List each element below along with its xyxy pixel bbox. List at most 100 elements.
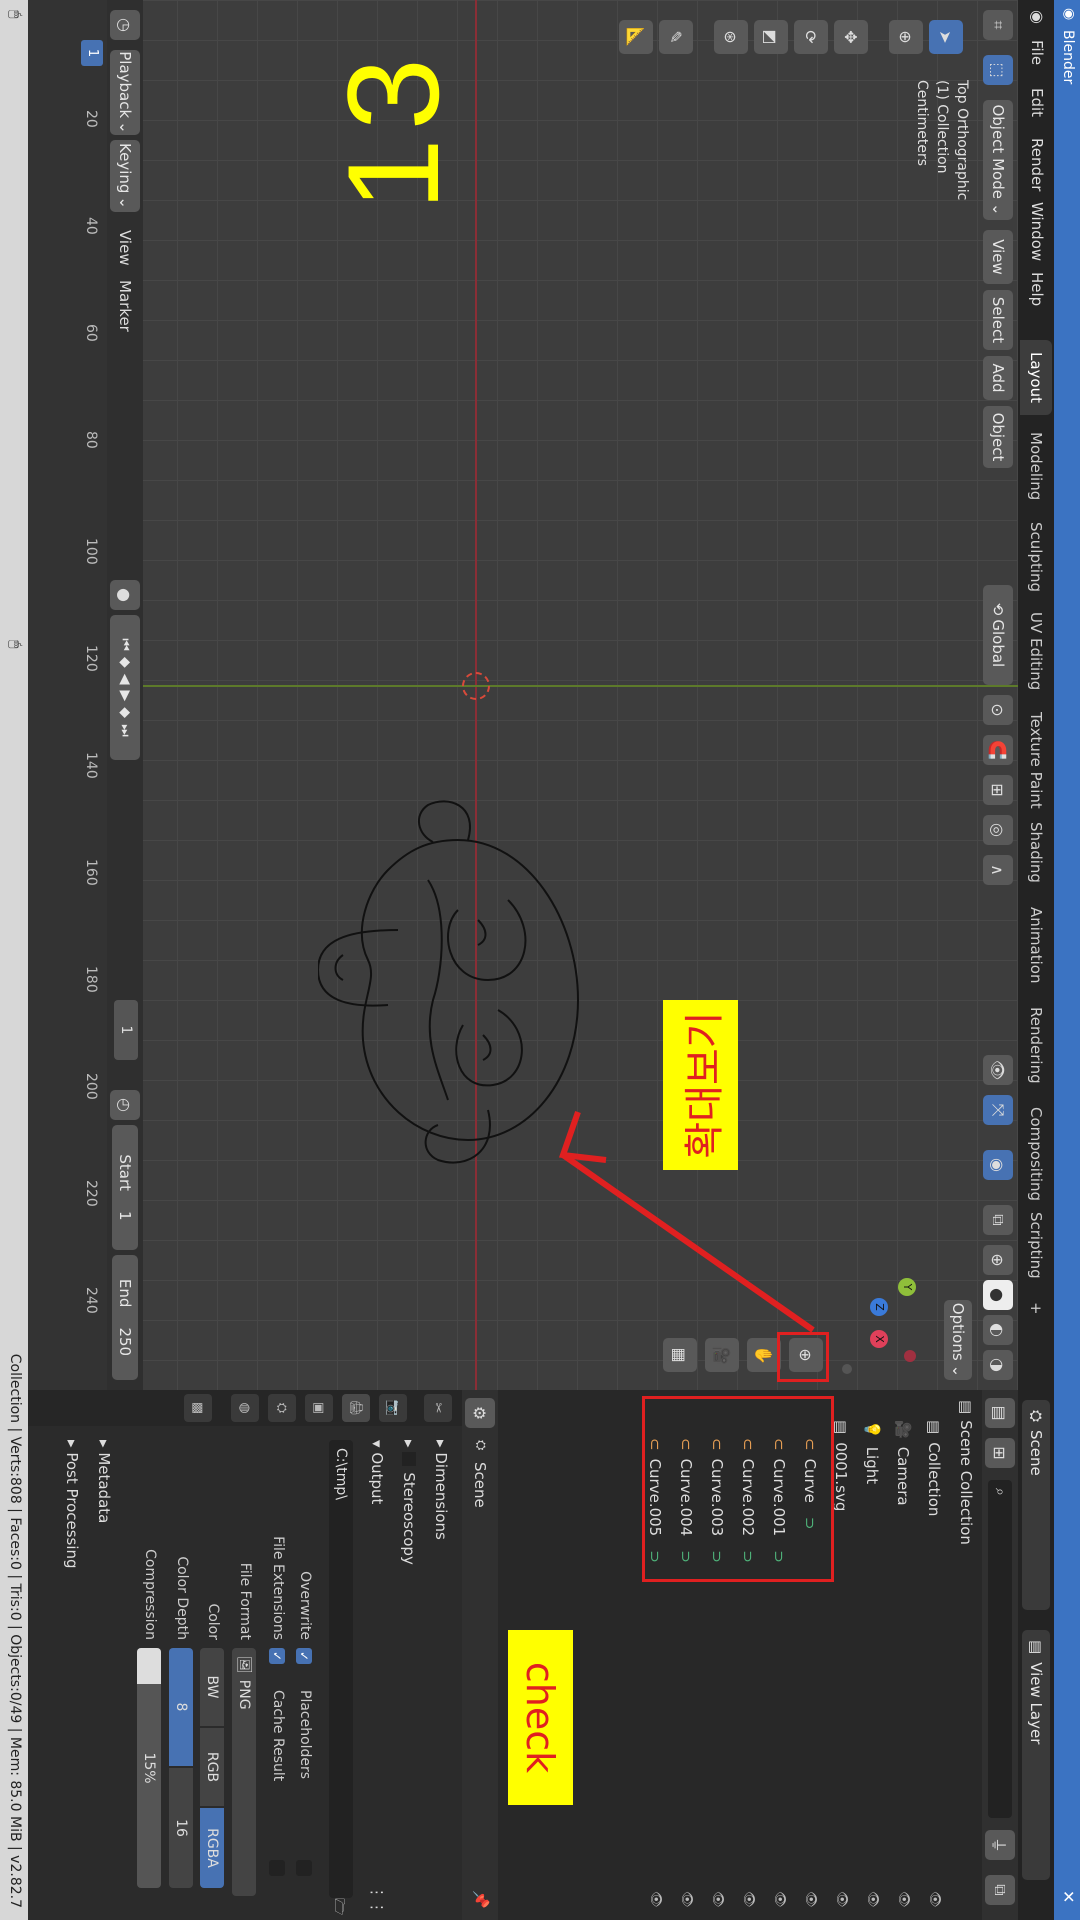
menu-edit[interactable]: Edit (1028, 88, 1046, 117)
outliner-editor-type-icon[interactable]: ▤ (985, 1398, 1015, 1428)
tab-scripting[interactable]: Scripting (1020, 1200, 1052, 1291)
visibility-eye-icon[interactable]: 👁 (865, 1891, 880, 1908)
tab-modeling[interactable]: Modeling (1020, 420, 1052, 512)
tab-texture-paint[interactable]: Texture Paint (1020, 700, 1052, 821)
tab-tool-icon[interactable]: ✂ (424, 1394, 452, 1422)
visibility-eye-icon[interactable]: 👁 (679, 1891, 694, 1908)
preview-range-icon[interactable]: ◴ (110, 1090, 140, 1120)
color-bw-option[interactable]: BW (200, 1648, 224, 1726)
properties-header: ⚙ ⛭ Scene 📌 (462, 1390, 498, 1920)
outliner-item-camera[interactable]: 🎥 Camera (887, 1390, 919, 1920)
outliner-item-light[interactable]: 💡 Light (856, 1390, 888, 1920)
close-icon[interactable]: ✕ (1059, 1890, 1078, 1903)
scene-collection-row[interactable]: ▤ Scene Collection (950, 1390, 982, 1920)
visibility-eye-icon[interactable]: 👁 (772, 1891, 787, 1908)
cache-result-checkbox[interactable] (269, 1860, 285, 1876)
outliner-search-input[interactable]: ⌕ (988, 1480, 1012, 1818)
end-value: 250 (116, 1327, 134, 1357)
menu-file[interactable]: File (1028, 40, 1046, 65)
tab-compositing[interactable]: Compositing (1020, 1095, 1052, 1213)
prev-keyframe-icon[interactable]: ◆ (117, 657, 133, 668)
visibility-eye-icon[interactable]: 👁 (741, 1891, 756, 1908)
timeline-editor-type-icon[interactable]: ◷ (110, 10, 140, 40)
color-depth-8-option[interactable]: 8 (169, 1648, 193, 1766)
outliner: ▤ ⊞ ⌕ ⏚ ⧉ ▤ Scene Collection ▤ Collection… (498, 1390, 1018, 1920)
timeline-menu-view[interactable]: View (116, 230, 134, 266)
outliner-header: ▤ ⊞ ⌕ ⏚ ⧉ (982, 1390, 1018, 1920)
menu-window[interactable]: Window (1028, 202, 1046, 261)
scene-name: Scene (1027, 1430, 1045, 1476)
tab-view-layer-icon[interactable]: ▣ (305, 1394, 333, 1422)
current-frame-field[interactable]: 1 (114, 1000, 138, 1060)
next-keyframe-icon[interactable]: ◆ (117, 707, 133, 718)
start-frame-field[interactable]: Start 1 (112, 1125, 138, 1250)
visibility-eye-icon[interactable]: 👁 (834, 1891, 849, 1908)
current-frame-marker[interactable]: 1 (81, 40, 103, 66)
blender-menu-icon[interactable]: ◉ (1028, 10, 1047, 24)
stereoscopy-checkbox[interactable] (402, 1452, 416, 1467)
panel-stereoscopy[interactable]: ▸ Stereoscopy (400, 1440, 418, 1565)
panel-metadata[interactable]: ▸ Metadata (95, 1440, 113, 1523)
scene-selector[interactable]: ⛭ Scene (1022, 1400, 1050, 1610)
chevron-down-icon: ⌄ (116, 121, 134, 134)
properties-editor-type-icon[interactable]: ⚙ (465, 1398, 495, 1428)
tab-world-icon[interactable]: ◍ (231, 1394, 259, 1422)
panel-dimensions[interactable]: ▸ Dimensions (432, 1440, 450, 1540)
view-layer-selector[interactable]: ▤ View Layer (1022, 1630, 1050, 1880)
tab-shading[interactable]: Shading (1020, 810, 1052, 895)
tab-scene-icon[interactable]: ⛭ (268, 1394, 296, 1422)
timeline-track-area[interactable]: 1 20 40 60 80 100 120 140 160 180 200 220 240 (17, 0, 107, 1390)
display-mode-icon[interactable]: ⊞ (985, 1438, 1015, 1468)
file-format-dropdown[interactable]: 🖼 PNG (232, 1648, 256, 1896)
jump-start-icon[interactable]: ⏮ (117, 638, 133, 651)
timeline-tick: 100 (83, 538, 99, 565)
jump-end-icon[interactable]: ⏭ (117, 724, 133, 737)
visibility-eye-icon[interactable]: 👁 (896, 1891, 911, 1908)
visibility-eye-icon[interactable]: 👁 (710, 1891, 725, 1908)
panel-post-processing[interactable]: ▸ Post Processing (63, 1440, 81, 1569)
filter-icon[interactable]: ⏚ (985, 1830, 1015, 1860)
tab-rendering[interactable]: Rendering (1020, 995, 1052, 1096)
overwrite-checkbox[interactable]: ✓ (296, 1648, 312, 1664)
menu-render[interactable]: Render (1028, 138, 1046, 191)
pin-icon[interactable]: 📌 (472, 1890, 490, 1909)
new-collection-icon[interactable]: ⧉ (985, 1875, 1015, 1905)
3d-viewport[interactable]: ⌗ ⬚ Object Mode ⌄ View Select Add Object … (143, 0, 1018, 1390)
playback-menu[interactable]: Playback ⌄ (110, 50, 140, 135)
camera-icon: 🎥 (894, 1420, 912, 1439)
visibility-eye-icon[interactable]: 👁 (648, 1891, 663, 1908)
menu-help[interactable]: Help (1028, 272, 1046, 306)
color-depth-16-option[interactable]: 16 (169, 1768, 193, 1888)
outliner-item-collection[interactable]: ▤ Collection (918, 1390, 950, 1920)
folder-icon[interactable]: 🗁 (326, 1898, 350, 1915)
add-workspace-button[interactable]: + (1020, 1290, 1052, 1327)
color-rgb-option[interactable]: RGB (200, 1728, 224, 1806)
compression-slider[interactable]: 15% (137, 1648, 161, 1888)
playback-controls[interactable]: ⏮ ◆ ◀ ▶ ◆ ⏭ (110, 615, 140, 760)
drag-handle-icon[interactable]: ⋮⋮ (368, 1885, 386, 1915)
tab-uv-editing[interactable]: UV Editing (1020, 600, 1052, 702)
placeholders-checkbox[interactable] (296, 1860, 312, 1876)
play-reverse-icon[interactable]: ◀ (117, 674, 133, 685)
output-path-input[interactable]: C:\tmp\ (329, 1440, 353, 1898)
visibility-eye-icon[interactable]: 👁 (927, 1891, 942, 1908)
tab-layout[interactable]: Layout (1020, 340, 1052, 415)
scene-collection-icon: ▤ (957, 1400, 975, 1415)
outliner-item-label: 0001.svg (832, 1442, 850, 1512)
keying-menu[interactable]: Keying ⌄ (110, 140, 140, 212)
tab-texture-icon[interactable]: ▩ (184, 1394, 212, 1422)
compression-value: 15% (141, 1752, 157, 1784)
tab-render-icon[interactable]: 📷 (379, 1394, 407, 1422)
visibility-eye-icon[interactable]: 👁 (803, 1891, 818, 1908)
record-icon[interactable]: ● (110, 580, 140, 610)
tab-output-icon[interactable]: 🖨 (342, 1394, 370, 1422)
color-rgba-option[interactable]: RGBA (200, 1808, 224, 1888)
play-icon[interactable]: ▶ (117, 691, 133, 702)
end-frame-field[interactable]: End 250 (112, 1255, 138, 1380)
timeline-menu-marker[interactable]: Marker (116, 280, 134, 332)
tab-sculpting[interactable]: Sculpting (1020, 510, 1052, 604)
panel-output[interactable]: ▾ Output (368, 1440, 386, 1504)
tab-animation[interactable]: Animation (1020, 895, 1052, 995)
panel-output-label: Output (368, 1452, 386, 1505)
file-extensions-checkbox[interactable]: ✓ (269, 1648, 285, 1664)
